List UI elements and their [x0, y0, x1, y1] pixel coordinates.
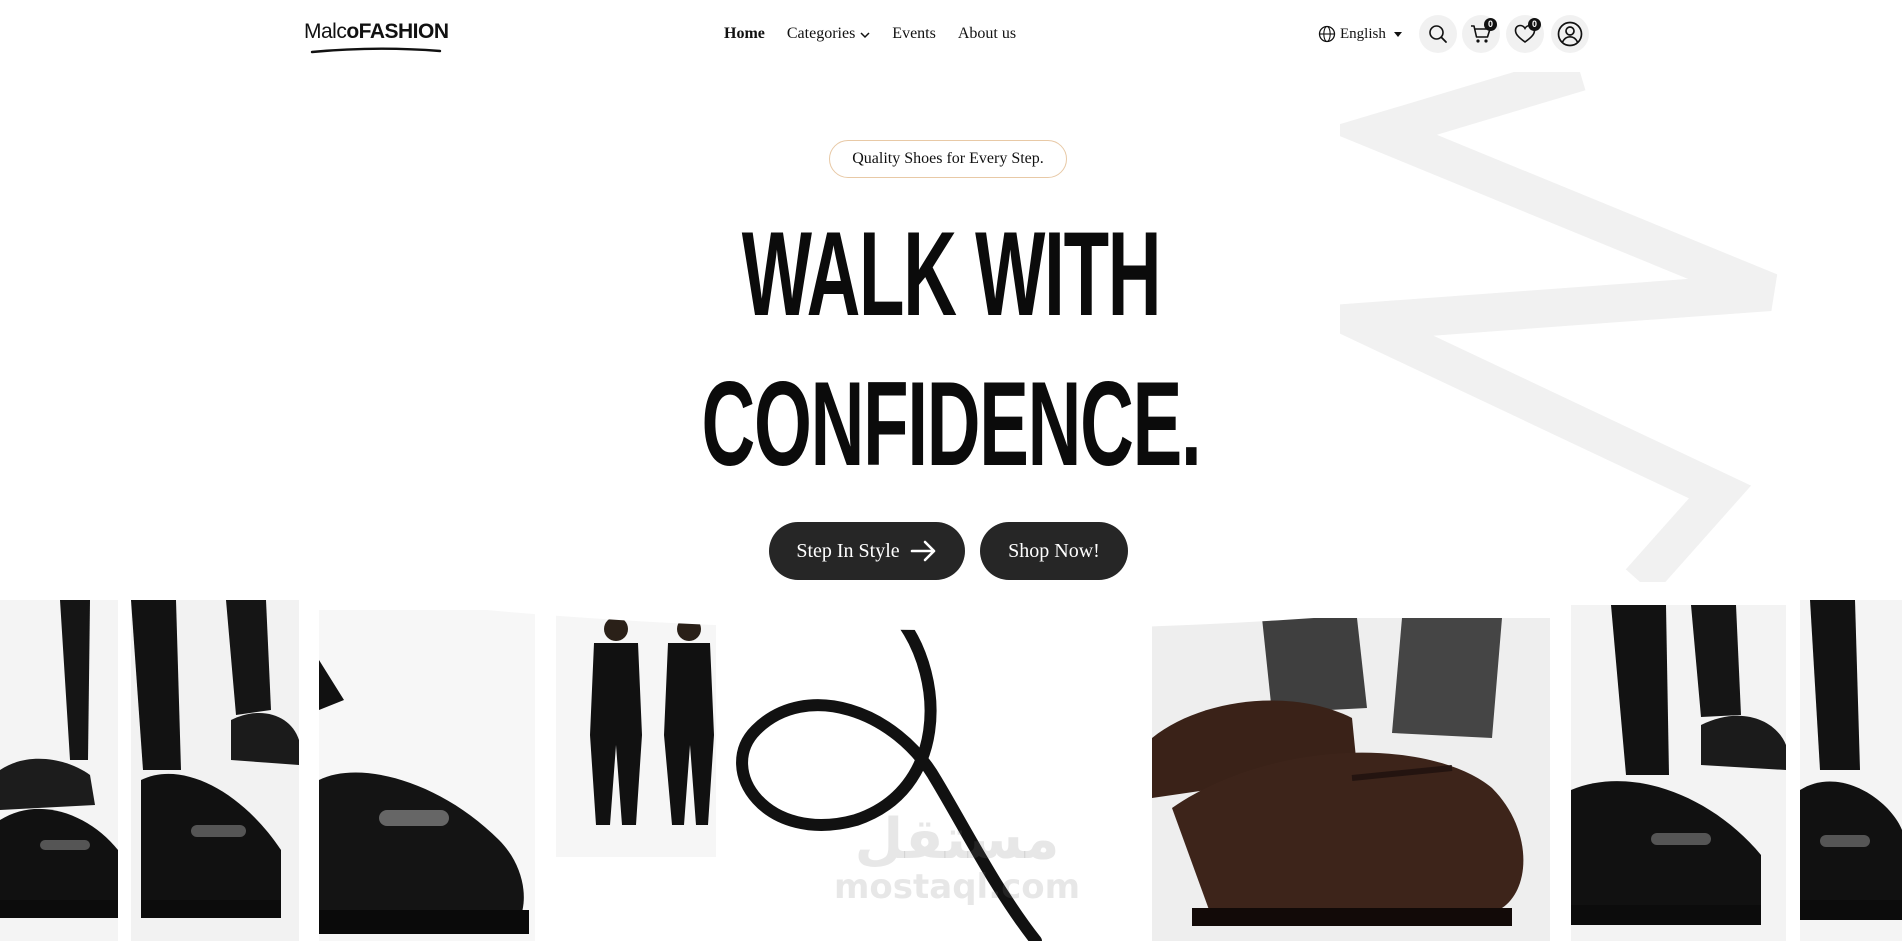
logo-swoosh-icon [310, 47, 442, 54]
gallery-image-loafers-left[interactable] [0, 600, 118, 941]
step-in-style-button[interactable]: Step In Style [769, 522, 965, 580]
step-in-style-label: Step In Style [796, 539, 900, 562]
user-icon [1557, 21, 1583, 47]
shop-now-button[interactable]: Shop Now! [980, 522, 1128, 580]
nav-about[interactable]: About us [958, 25, 1016, 43]
shoelace-loop-icon [736, 620, 1042, 941]
loafer-pair-image [1571, 605, 1786, 941]
site-header: MalcoFASHION Home Categories Events Abou… [0, 0, 1902, 72]
cart-count-badge: 0 [1484, 18, 1497, 31]
gallery-image-loafer-closeup[interactable] [319, 610, 535, 941]
hero-headline-line1: WALK WITH [741, 207, 1162, 341]
loafer-pair-image [131, 600, 299, 941]
account-button[interactable] [1551, 15, 1589, 53]
wishlist-button[interactable]: 0 [1506, 15, 1544, 53]
brand-logo[interactable]: MalcoFASHION [304, 20, 449, 54]
cart-button[interactable]: 0 [1462, 15, 1500, 53]
brown-derby-image [1152, 618, 1550, 941]
gallery-shoelace-graphic [716, 620, 1136, 941]
nav-categories-label: Categories [786, 25, 856, 42]
chevron-down-icon [860, 31, 870, 38]
gallery-image-suits[interactable] [556, 615, 716, 941]
language-selector[interactable]: English [1318, 25, 1402, 43]
hero-headline-line2: CONFIDENCE. [701, 357, 1202, 491]
hero-tagline: Quality Shoes for Every Step. [829, 140, 1067, 178]
globe-icon [1318, 25, 1336, 43]
nav-events[interactable]: Events [892, 25, 936, 43]
loafer-pair-image [0, 600, 118, 941]
gallery-image-loafer-pair[interactable] [131, 600, 299, 941]
search-button[interactable] [1419, 15, 1457, 53]
arrow-right-icon [910, 540, 935, 562]
shoe-gallery [0, 600, 1902, 941]
gallery-image-loafer-edge[interactable] [1800, 600, 1902, 941]
nav-categories[interactable]: Categories [787, 25, 870, 43]
loafer-closeup-image [319, 610, 535, 941]
loafer-pair-image [1800, 600, 1902, 941]
gallery-image-brown-derby[interactable] [1152, 618, 1550, 941]
search-icon [1429, 25, 1447, 43]
wishlist-count-badge: 0 [1528, 18, 1541, 31]
gallery-image-loafer-pair-right[interactable] [1571, 605, 1786, 941]
nav-home[interactable]: Home [724, 25, 765, 43]
brand-logo-text: MalcoFASHION [304, 20, 449, 43]
caret-down-icon [1393, 31, 1402, 37]
language-label: English [1340, 25, 1386, 42]
suit-models-image [556, 615, 716, 941]
main-nav: Home Categories Events About us [724, 25, 1016, 43]
